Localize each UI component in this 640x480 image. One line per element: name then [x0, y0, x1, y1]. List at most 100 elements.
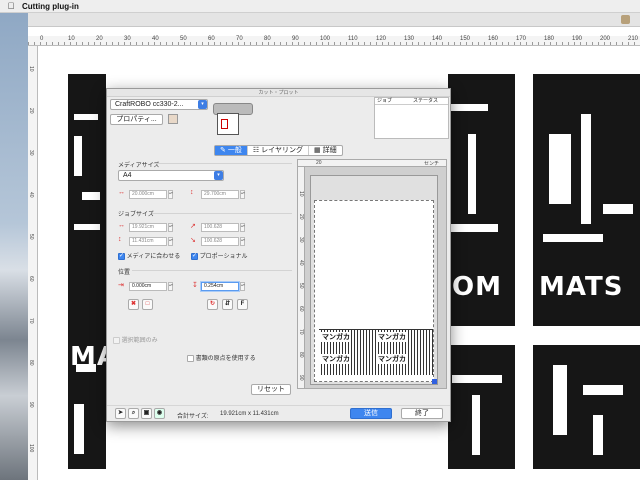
ruler-tick-label: 70 — [236, 36, 243, 42]
ruler-tick-label: 80 — [264, 36, 271, 42]
fit-media-checkbox[interactable]: ✓ — [118, 252, 125, 260]
ruler-tick-label: 40 — [28, 192, 34, 198]
preview-printable-area: マンガカ マンガカ マンガカ マンガカ — [314, 200, 434, 382]
preview-ruler-tick-label: センチ — [424, 161, 440, 167]
position-y-field[interactable]: 0.254cm — [201, 282, 239, 291]
job-width-icon: ↔ — [118, 222, 125, 229]
ruler-tick-label: 210 — [628, 36, 639, 42]
ruler-tick-label: 100 — [320, 36, 331, 42]
send-button[interactable]: 送信 — [350, 408, 392, 419]
scale-width-field[interactable]: 100.628 — [201, 223, 239, 232]
zoom-fit-icon[interactable]: ◉ — [154, 408, 165, 419]
cut-preview[interactable]: 20 センチ 10 20 30 40 50 60 70 80 90 マンガカ マンガカ マンガカ … — [297, 159, 447, 389]
corner-align-icon[interactable]: □ — [142, 299, 153, 310]
device-select[interactable]: CraftROBO cc330-2... ▾ — [110, 99, 208, 110]
job-width-field[interactable]: 19.921cm — [129, 223, 167, 232]
scale-width-icon: ↗ — [190, 223, 196, 230]
proportional-option[interactable]: ✓ プロポーショナル — [191, 251, 248, 260]
detail-icon: ▦ — [313, 147, 321, 154]
preview-ruler-tick-label: 70 — [298, 329, 304, 335]
position-x-stepper[interactable]: ▴▾ — [168, 282, 173, 291]
artwork-block-middle-bottom — [448, 345, 515, 469]
preview-ruler-tick-label: 20 — [316, 160, 322, 166]
job-height-icon: ↕ — [118, 236, 122, 243]
position-y-icon: ↧ — [192, 282, 198, 289]
media-height-stepper[interactable]: ▴▾ — [240, 190, 245, 199]
preview-ruler-tick-label: 60 — [298, 306, 304, 312]
preview-ruler-tick-label: 90 — [298, 375, 304, 381]
preview-ruler-tick-label: 20 — [298, 214, 304, 220]
ruler-tick-label: 70 — [28, 318, 34, 324]
horizontal-ruler: 0 10 20 30 40 50 60 70 80 90 100 110 120 130 140 150 160… — [28, 36, 640, 46]
preview-ruler-tick-label: 40 — [298, 260, 304, 266]
job-height-stepper[interactable]: ▴▾ — [168, 237, 173, 246]
ruler-tick-label: 150 — [460, 36, 471, 42]
ruler-tick-label: 50 — [28, 234, 34, 240]
mirror-icon[interactable]: ⇵ — [222, 299, 233, 310]
preview-toggle-icon[interactable] — [168, 114, 178, 124]
ruler-tick-label: 40 — [152, 36, 159, 42]
dialog-title: カット・プロット — [107, 89, 450, 97]
pointer-tool-icon[interactable]: ➤ — [115, 408, 126, 419]
dialog-footer: ➤ ⌕ ▣ ◉ 合計サイズ: 19.921cm x 11.431cm 送信 終了 — [107, 405, 450, 421]
preview-horizontal-ruler: 20 センチ — [298, 160, 446, 167]
position-x-field[interactable]: 0.000cm — [129, 282, 167, 291]
fit-page-icon[interactable]: ▣ — [141, 408, 152, 419]
plotter-image — [211, 99, 255, 137]
layers-icon: ☷ — [252, 147, 260, 154]
media-size-select[interactable]: A4 ▾ — [118, 170, 224, 181]
selection-only-option[interactable]: 選択範囲のみ — [113, 335, 158, 344]
tab-layering[interactable]: ☷ レイヤリング — [248, 146, 309, 155]
media-size-value: A4 — [123, 172, 132, 179]
device-select-value: CraftROBO cc330-2... — [115, 101, 184, 108]
preview-ruler-tick-label: 10 — [298, 191, 304, 197]
selection-only-checkbox[interactable] — [113, 336, 120, 344]
scale-height-stepper[interactable]: ▴▾ — [240, 237, 245, 246]
status-column-header: ステータス — [413, 98, 439, 104]
preview-cut-artwork: マンガカ マンガカ マンガカ マンガカ — [319, 329, 433, 375]
close-button[interactable]: 終了 — [401, 408, 443, 419]
zoom-tool-icon[interactable]: ⌕ — [128, 408, 139, 419]
scale-height-icon: ↘ — [190, 237, 196, 244]
media-height-field[interactable]: 29.700cm — [201, 190, 239, 199]
ruler-tick-label: 190 — [572, 36, 583, 42]
use-doc-origin-checkbox[interactable] — [187, 354, 194, 362]
ruler-tick-label: 20 — [96, 36, 103, 42]
use-doc-origin-option[interactable]: 書類の原点を使用する — [187, 353, 256, 362]
fit-media-option[interactable]: ✓ メディアに合わせる — [118, 251, 180, 260]
app-name-menu[interactable]: Cutting plug-in — [22, 2, 79, 11]
scale-height-field[interactable]: 100.628 — [201, 237, 239, 246]
move-to-origin-icon[interactable]: ✖ — [128, 299, 139, 310]
flip-f-icon[interactable]: F — [237, 299, 248, 310]
origin-marker-icon — [432, 379, 437, 384]
artwork-block-right-bottom — [533, 345, 640, 469]
ruler-tick-label: 110 — [348, 36, 358, 42]
reset-button[interactable]: リセット — [251, 384, 291, 395]
media-width-stepper[interactable]: ▴▾ — [168, 190, 173, 199]
position-x-icon: ⇥ — [118, 282, 124, 289]
proportional-checkbox[interactable]: ✓ — [191, 252, 198, 260]
ruler-tick-label: 60 — [208, 36, 215, 42]
ruler-tick-label: 60 — [28, 276, 34, 282]
pen-icon: ✎ — [220, 147, 226, 154]
ruler-tick-label: 10 — [68, 36, 75, 42]
cut-plot-dialog: カット・プロット CraftROBO cc330-2... ▾ プロパティ...… — [106, 88, 451, 422]
apple-menu-icon[interactable]:  — [0, 1, 22, 11]
tab-general[interactable]: ✎ 一般 — [215, 146, 248, 155]
artwork-text-mats: MATS — [539, 272, 624, 302]
chevron-updown-icon: ▾ — [214, 171, 223, 180]
ruler-tick-label: 160 — [488, 36, 499, 42]
job-list[interactable]: ジョブ ステータス — [374, 97, 449, 139]
artwork-block-middle: OM — [448, 74, 515, 326]
ruler-tick-label: 170 — [516, 36, 527, 42]
job-width-stepper[interactable]: ▴▾ — [168, 223, 173, 232]
ruler-tick-label: 90 — [292, 36, 299, 42]
rotate-icon[interactable]: ↻ — [207, 299, 218, 310]
properties-button[interactable]: プロパティ... — [110, 114, 163, 125]
ruler-tick-label: 90 — [28, 402, 34, 408]
job-height-field[interactable]: 11.431cm — [129, 237, 167, 246]
tab-detail[interactable]: ▦ 詳細 — [309, 146, 342, 155]
position-y-stepper[interactable]: ▴▾ — [240, 282, 245, 291]
scale-width-stepper[interactable]: ▴▾ — [240, 223, 245, 232]
media-width-field[interactable]: 20.000cm — [129, 190, 167, 199]
